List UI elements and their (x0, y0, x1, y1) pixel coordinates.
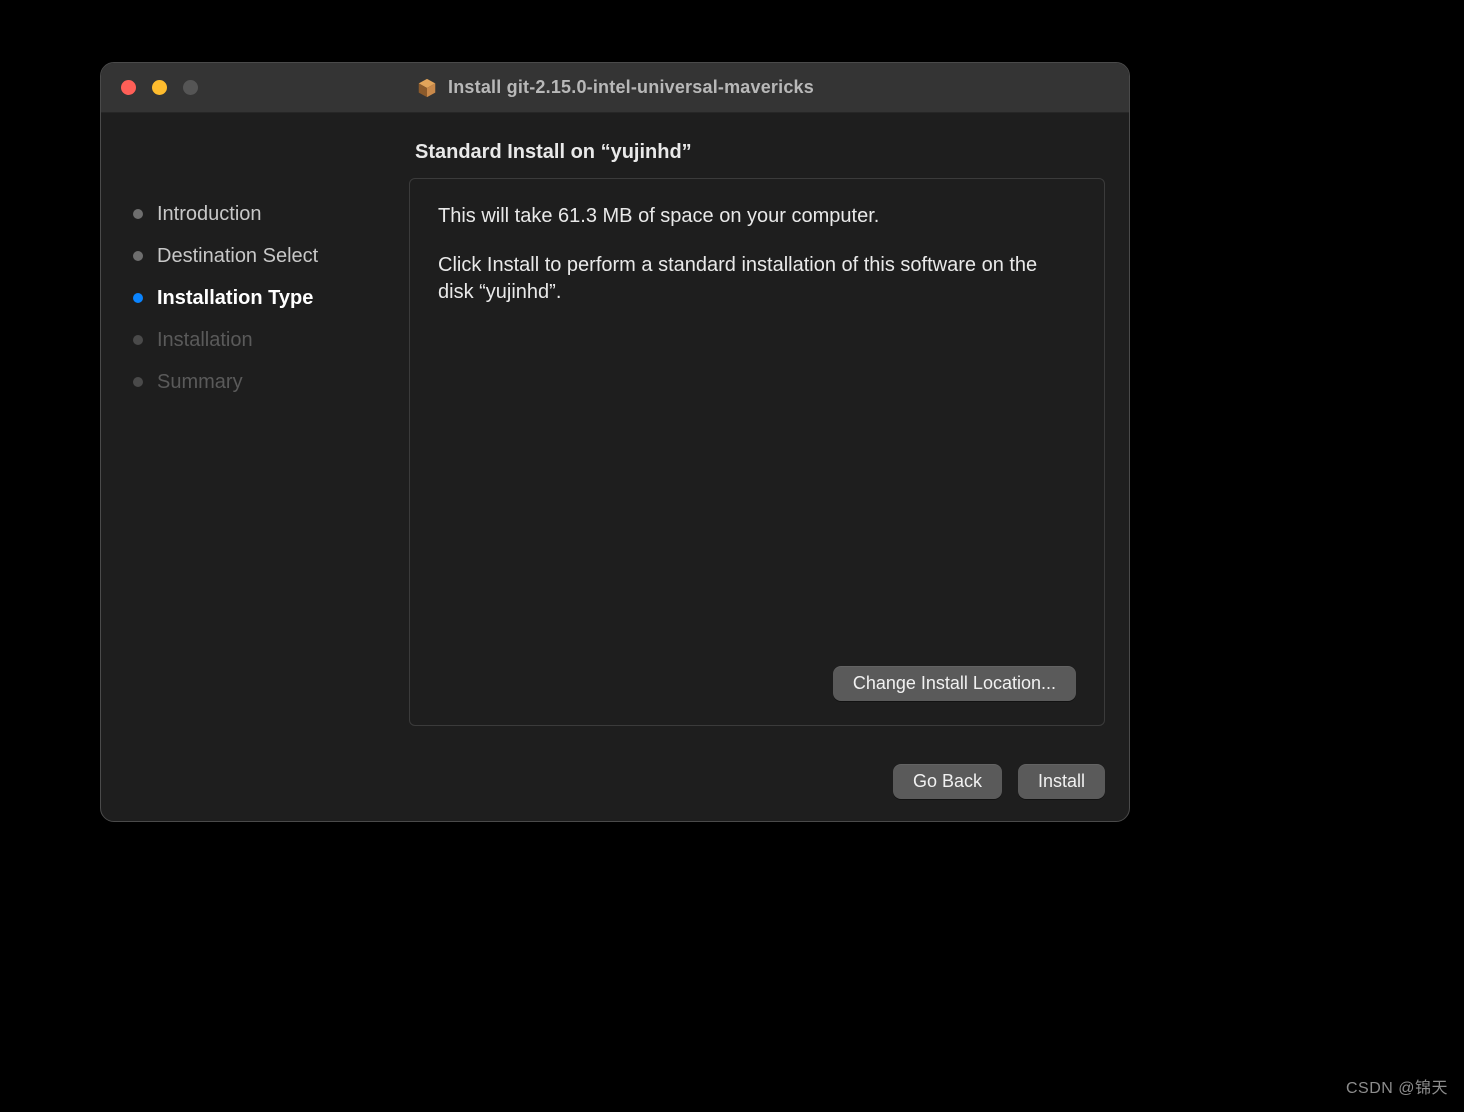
step-label: Destination Select (157, 245, 318, 268)
space-required-text: This will take 61.3 MB of space on your … (438, 203, 1076, 230)
window-title: Install git-2.15.0-intel-universal-maver… (448, 77, 814, 98)
install-button[interactable]: Install (1018, 764, 1105, 799)
window-body: Introduction Destination Select Installa… (101, 113, 1129, 746)
panel-heading: Standard Install on “yujinhd” (409, 141, 1105, 178)
go-back-button[interactable]: Go Back (893, 764, 1002, 799)
step-bullet-icon (133, 251, 143, 261)
step-introduction: Introduction (133, 193, 409, 235)
step-installation: Installation (133, 319, 409, 361)
install-summary-panel: This will take 61.3 MB of space on your … (409, 178, 1105, 726)
change-install-location-button[interactable]: Change Install Location... (833, 666, 1076, 701)
zoom-window-button[interactable] (183, 80, 198, 95)
traffic-lights (101, 80, 198, 95)
footer-buttons: Go Back Install (101, 746, 1129, 821)
watermark-text: CSDN @锦天 (1346, 1074, 1448, 1098)
step-bullet-icon (133, 377, 143, 387)
step-installation-type: Installation Type (133, 277, 409, 319)
package-icon (416, 77, 438, 99)
step-bullet-icon (133, 209, 143, 219)
close-window-button[interactable] (121, 80, 136, 95)
step-label: Installation Type (157, 287, 313, 310)
step-label: Summary (157, 371, 243, 394)
installer-window: Install git-2.15.0-intel-universal-maver… (100, 62, 1130, 822)
titlebar: Install git-2.15.0-intel-universal-maver… (101, 63, 1129, 113)
minimize-window-button[interactable] (152, 80, 167, 95)
install-instruction-text: Click Install to perform a standard inst… (438, 252, 1076, 306)
step-sidebar: Introduction Destination Select Installa… (125, 141, 409, 726)
step-label: Introduction (157, 203, 262, 226)
step-destination-select: Destination Select (133, 235, 409, 277)
step-bullet-icon (133, 293, 143, 303)
main-content: Standard Install on “yujinhd” This will … (409, 141, 1105, 726)
step-bullet-icon (133, 335, 143, 345)
step-summary: Summary (133, 361, 409, 403)
step-label: Installation (157, 329, 253, 352)
